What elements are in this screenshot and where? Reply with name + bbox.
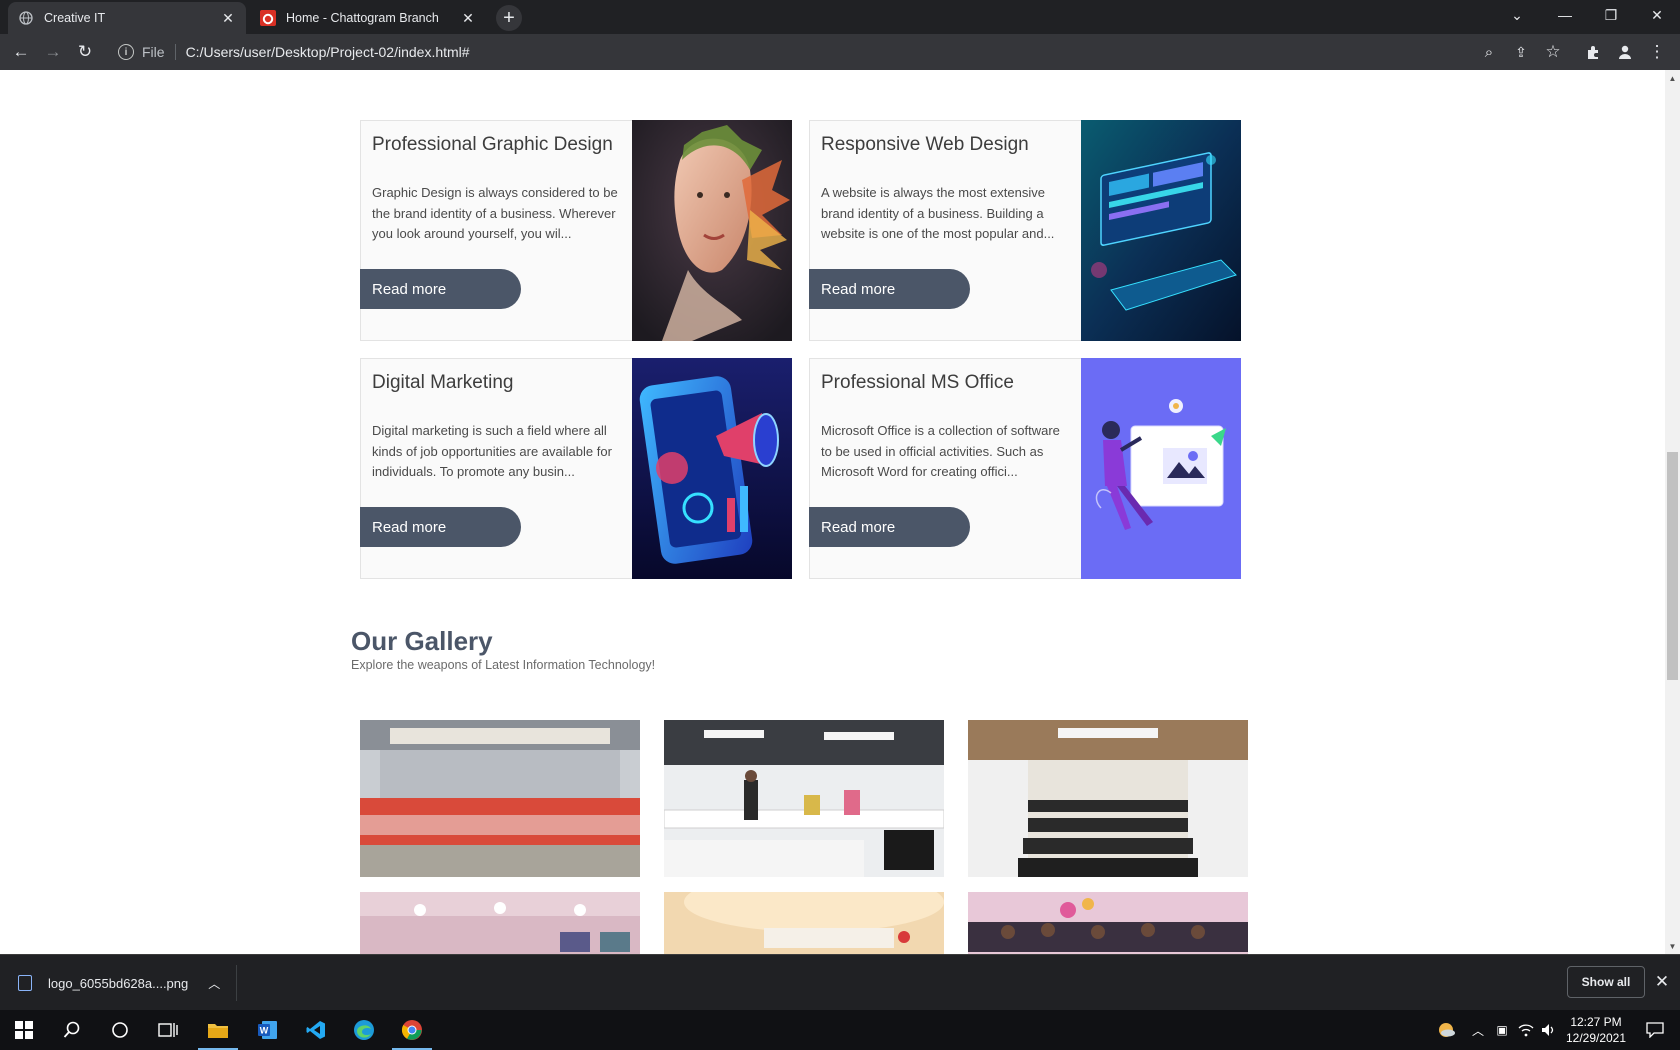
weather-icon[interactable] bbox=[1432, 1010, 1460, 1050]
profile-icon[interactable] bbox=[1612, 39, 1638, 65]
close-download-bar-icon[interactable]: ✕ bbox=[1652, 970, 1672, 994]
close-tab-icon[interactable]: ✕ bbox=[460, 10, 476, 26]
gallery-photo-classroom[interactable] bbox=[664, 720, 944, 877]
tab-search-icon[interactable]: ⌄ bbox=[1494, 0, 1540, 30]
vscode-icon[interactable] bbox=[292, 1010, 340, 1050]
cortana-icon[interactable] bbox=[96, 1010, 144, 1050]
address-scheme: File bbox=[142, 44, 165, 60]
bookmark-star-icon[interactable]: ☆ bbox=[1540, 39, 1566, 65]
volume-icon[interactable] bbox=[1538, 1010, 1560, 1050]
read-more-button[interactable]: Read more bbox=[809, 507, 970, 547]
address-bar[interactable]: i File C:/Users/user/Desktop/Project-02/… bbox=[110, 37, 1560, 67]
address-url[interactable]: C:/Users/user/Desktop/Project-02/index.h… bbox=[186, 44, 470, 60]
file-explorer-icon[interactable] bbox=[194, 1010, 242, 1050]
network-icon[interactable] bbox=[1514, 1010, 1538, 1050]
gallery-photo-students[interactable] bbox=[968, 892, 1248, 954]
course-description: Graphic Design is always considered to b… bbox=[372, 185, 618, 241]
chrome-icon[interactable] bbox=[388, 1010, 436, 1050]
image-file-icon bbox=[18, 975, 32, 991]
download-item[interactable]: logo_6055bd628a....png ︿ bbox=[18, 966, 220, 1000]
scrollbar-thumb[interactable] bbox=[1667, 452, 1678, 680]
windows-start-icon[interactable] bbox=[0, 1010, 48, 1050]
gallery-photo-empty-classroom[interactable] bbox=[968, 720, 1248, 877]
zoom-icon[interactable]: ⌕ bbox=[1476, 39, 1502, 65]
restore-icon[interactable]: ❐ bbox=[1588, 0, 1634, 30]
clock-date: 12/29/2021 bbox=[1565, 1031, 1627, 1045]
globe-icon bbox=[18, 10, 34, 26]
site-info-icon[interactable]: i bbox=[118, 44, 134, 60]
reload-icon[interactable]: ↻ bbox=[72, 39, 98, 65]
tab-chattogram-branch[interactable]: Home - Chattogram Branch ✕ bbox=[250, 2, 486, 34]
task-view-icon[interactable] bbox=[144, 1010, 192, 1050]
read-more-button[interactable]: Read more bbox=[809, 269, 970, 309]
windows-taskbar: W ︿ ▣ 12:27 PM 12/29/2021 bbox=[0, 1010, 1680, 1050]
neon-devices-art bbox=[1081, 120, 1241, 341]
read-more-button[interactable]: Read more bbox=[360, 507, 521, 547]
clock-time: 12:27 PM bbox=[1570, 1015, 1622, 1029]
window-close-icon[interactable]: ✕ bbox=[1634, 0, 1680, 30]
word-icon[interactable]: W bbox=[244, 1010, 292, 1050]
course-title: Digital Marketing bbox=[372, 372, 514, 393]
gallery-photo-reception[interactable] bbox=[664, 892, 944, 954]
gallery-title: Our Gallery bbox=[351, 626, 493, 656]
gallery-photo-lobby[interactable] bbox=[360, 892, 640, 954]
gallery-photo-group[interactable] bbox=[360, 720, 640, 877]
close-tab-icon[interactable]: ✕ bbox=[220, 10, 236, 26]
new-tab-button[interactable]: + bbox=[496, 5, 522, 31]
meet-now-icon[interactable]: ▣ bbox=[1490, 1010, 1514, 1050]
tab-title: Creative IT bbox=[44, 11, 106, 25]
scroll-up-icon[interactable]: ▲ bbox=[1665, 72, 1680, 84]
page-scrollbar[interactable]: ▲ ▼ bbox=[1665, 70, 1680, 954]
course-description: Digital marketing is such a field where … bbox=[372, 423, 612, 479]
menu-kebab-icon[interactable]: ⋮ bbox=[1644, 39, 1670, 65]
minimize-icon[interactable]: — bbox=[1542, 0, 1588, 30]
chevron-up-icon[interactable]: ︿ bbox=[208, 975, 220, 992]
portrait-splash-art bbox=[632, 120, 792, 341]
phone-megaphone-art bbox=[632, 358, 792, 579]
show-hidden-icons-icon[interactable]: ︿ bbox=[1466, 1010, 1490, 1050]
gallery-subtitle: Explore the weapons of Latest Informatio… bbox=[351, 658, 656, 672]
read-more-button[interactable]: Read more bbox=[360, 269, 521, 309]
course-card-web-design: Responsive Web Design A website is alway… bbox=[809, 120, 1241, 341]
forward-icon[interactable]: → bbox=[40, 39, 66, 65]
back-icon[interactable]: ← bbox=[8, 39, 34, 65]
address-divider bbox=[174, 44, 176, 60]
course-card-digital-marketing: Digital Marketing Digital marketing is s… bbox=[360, 358, 792, 579]
site-logo-icon bbox=[260, 10, 276, 26]
tab-creative-it[interactable]: Creative IT ✕ bbox=[8, 2, 246, 34]
system-clock[interactable]: 12:27 PM 12/29/2021 bbox=[1560, 1014, 1632, 1048]
course-title: Responsive Web Design bbox=[821, 134, 1029, 155]
course-card-graphic-design: Professional Graphic Design Graphic Desi… bbox=[360, 120, 792, 341]
show-all-button[interactable]: Show all bbox=[1567, 966, 1645, 998]
download-bar: logo_6055bd628a....png ︿ Show all ✕ bbox=[0, 954, 1680, 1010]
svg-text:W: W bbox=[260, 1026, 269, 1036]
edge-icon[interactable] bbox=[340, 1010, 388, 1050]
course-title: Professional MS Office bbox=[821, 372, 1014, 393]
download-filename: logo_6055bd628a....png bbox=[48, 975, 189, 991]
tab-title: Home - Chattogram Branch bbox=[286, 11, 439, 25]
course-card-ms-office: Professional MS Office Microsoft Office … bbox=[809, 358, 1241, 579]
office-worker-art bbox=[1081, 358, 1241, 579]
download-divider bbox=[236, 965, 237, 1001]
page-viewport: Professional Graphic Design Graphic Desi… bbox=[0, 70, 1665, 954]
browser-toolbar: ← → ↻ i File C:/Users/user/Desktop/Proje… bbox=[0, 34, 1680, 70]
search-icon[interactable] bbox=[48, 1010, 96, 1050]
course-description: Microsoft Office is a collection of soft… bbox=[821, 423, 1060, 479]
course-description: A website is always the most extensive b… bbox=[821, 185, 1055, 241]
notification-center-icon[interactable] bbox=[1638, 1010, 1672, 1050]
course-title: Professional Graphic Design bbox=[372, 134, 613, 155]
share-icon[interactable]: ⇪ bbox=[1508, 39, 1534, 65]
scroll-down-icon[interactable]: ▼ bbox=[1665, 940, 1680, 952]
extensions-icon[interactable] bbox=[1580, 39, 1606, 65]
browser-tab-strip: Creative IT ✕ Home - Chattogram Branch ✕… bbox=[0, 0, 1680, 34]
